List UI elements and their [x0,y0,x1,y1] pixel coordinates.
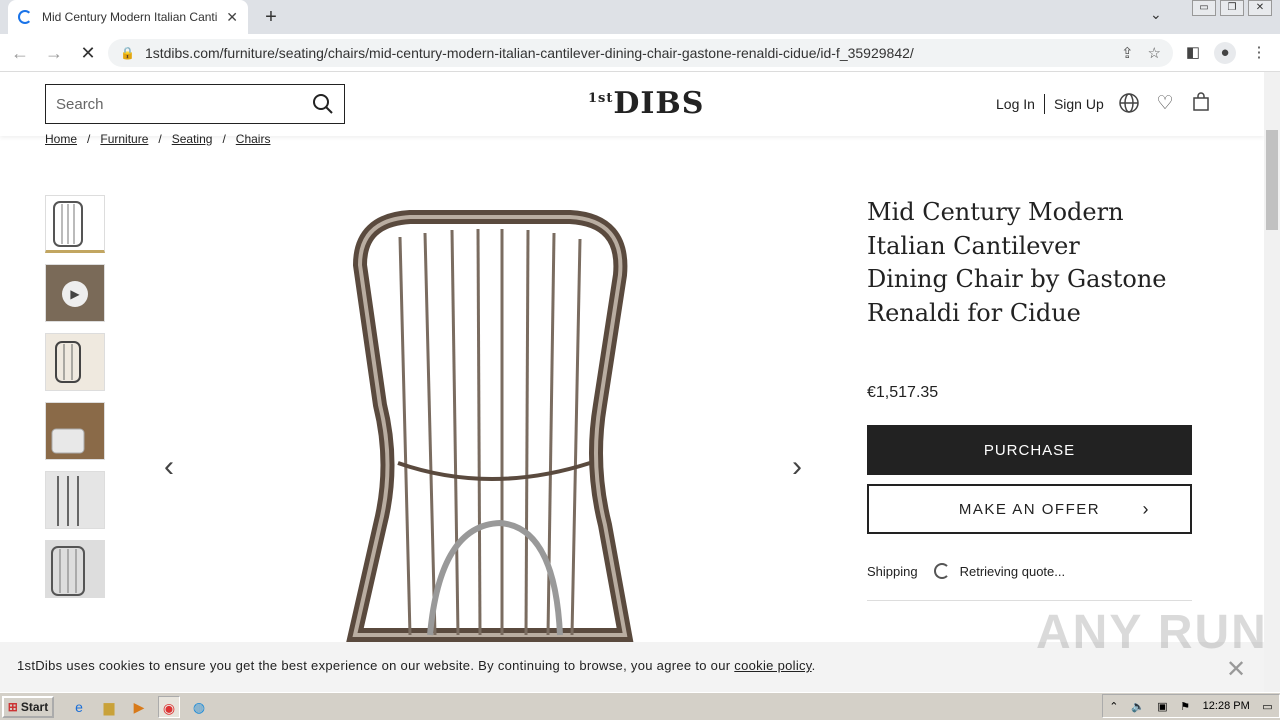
chevron-right-icon: › [1142,498,1150,519]
account-links: Log In Sign Up [996,94,1104,114]
close-window-icon[interactable]: ✕ [1248,0,1272,16]
product-price: €1,517.35 [867,384,939,401]
make-offer-button[interactable]: MAKE AN OFFER › [867,484,1192,534]
breadcrumb-home[interactable]: Home [45,132,77,146]
bookmark-star-icon[interactable]: ☆ [1148,44,1161,62]
breadcrumb-seating[interactable]: Seating [172,132,213,146]
cookie-text-end: . [811,658,816,673]
breadcrumb-sep: / [158,132,162,146]
profile-avatar-icon[interactable]: ● [1214,42,1236,64]
search-placeholder: Search [56,95,104,113]
breadcrumb: Home / Furniture / Seating / Chairs [45,132,270,146]
breadcrumb-sep: / [87,132,91,146]
address-bar[interactable]: 🔒 1stdibs.com/furniture/seating/chairs/m… [108,39,1173,67]
thumbnail-4[interactable] [45,402,105,460]
url-text: 1stdibs.com/furniture/seating/chairs/mid… [144,45,914,61]
product-title: Mid Century Modern Italian Cantilever Di… [867,198,1167,327]
system-tray: ⌃ 🔈 ▣ ⚑ 12:28 PM ▭ [1102,694,1280,718]
lock-icon[interactable]: 🔒 [120,46,135,60]
chair-thumbnail-image [57,476,79,526]
tab-title: Mid Century Modern Italian Cantilever [42,10,218,24]
thumbnail-5[interactable] [45,471,105,529]
window-controls: ▭ ❐ ✕ [1192,0,1272,20]
chair-thumbnail-image [51,546,85,596]
signup-link[interactable]: Sign Up [1054,96,1104,112]
loading-spinner-icon [18,10,32,24]
heart-icon[interactable]: ♡ [1153,92,1177,116]
start-label: Start [20,699,49,714]
watermark-text: ANY RUN [1036,606,1268,659]
volume-icon[interactable]: 🔈 [1131,700,1145,713]
divider [867,600,1192,601]
shipping-status: Retrieving quote... [959,563,1066,579]
network-icon[interactable]: ▣ [1157,700,1167,713]
main-product-image [346,210,634,642]
back-arrow-icon[interactable]: ← [6,39,34,67]
tab-search-chevron-icon[interactable]: ⌄ [1150,6,1162,23]
breadcrumb-chairs[interactable]: Chairs [236,132,271,146]
stop-loading-icon[interactable]: ✕ [74,39,102,67]
scrollbar-thumb[interactable] [1266,130,1278,230]
cookie-text: 1stDibs uses cookies to ensure you get t… [17,658,735,673]
link-divider [1043,94,1045,114]
purchase-button[interactable]: PURCHASE [867,425,1192,475]
forward-arrow-icon[interactable]: → [40,39,68,67]
play-icon: ▶ [62,281,88,307]
ie-icon[interactable]: e [68,696,90,718]
taskbar: ⊞ Start e ▆ ▶ ◉ ◍ [0,692,1280,720]
thumbnail-6[interactable] [45,540,105,598]
search-input[interactable]: Search [45,84,345,124]
restore-icon[interactable]: ❐ [1220,0,1244,16]
show-desktop-icon[interactable]: ▭ [1262,700,1272,713]
tray-arrow-icon[interactable]: ⌃ [1109,700,1118,713]
chrome-icon[interactable]: ◉ [158,695,180,718]
thumbnail-1[interactable] [45,195,105,253]
flag-icon[interactable]: ⚑ [1180,700,1190,713]
new-tab-button[interactable]: + [258,4,284,30]
media-player-icon[interactable]: ▶ [128,696,150,718]
search-icon[interactable] [312,93,334,115]
logo-sup: 1st [588,91,614,106]
logo-main: DIBS [613,86,705,121]
start-button[interactable]: ⊞ Start [2,695,54,718]
side-panel-icon[interactable]: ◧ [1182,42,1204,64]
site-logo[interactable]: 1stDIBS [588,86,704,121]
clock: 12:28 PM [1202,700,1250,712]
shipping-label: Shipping [867,563,918,579]
globe-icon[interactable] [1117,92,1141,116]
loading-spinner-icon [933,563,950,579]
close-tab-icon[interactable]: ✕ [226,9,238,26]
breadcrumb-sep: / [222,132,226,146]
make-offer-label: MAKE AN OFFER [958,500,1101,518]
thumbnail-video[interactable]: ▶ [45,264,105,322]
chair-thumbnail-image [53,201,83,247]
folder-icon[interactable]: ▆ [98,696,120,718]
chair-thumbnail-image [51,428,85,454]
windows-logo-icon: ⊞ [7,699,18,714]
next-image-arrow-icon[interactable]: › [792,450,802,484]
thumbnail-3[interactable] [45,333,105,391]
share-icon[interactable]: ⇪ [1121,44,1134,62]
minimize-icon[interactable]: ▭ [1192,0,1216,16]
browser-tab[interactable]: Mid Century Modern Italian Cantilever ✕ [8,0,248,34]
previous-image-arrow-icon[interactable]: ‹ [164,450,174,484]
chrome-menu-icon[interactable]: ⋮ [1248,42,1270,64]
edge-icon[interactable]: ◍ [188,696,210,718]
breadcrumb-furniture[interactable]: Furniture [100,132,148,146]
login-link[interactable]: Log In [996,96,1035,112]
shopping-bag-icon[interactable] [1189,92,1213,116]
chair-thumbnail-image [55,341,81,383]
cookie-policy-link[interactable]: cookie policy [734,658,811,673]
shipping-row: Shipping Retrieving quote... [867,563,1065,579]
